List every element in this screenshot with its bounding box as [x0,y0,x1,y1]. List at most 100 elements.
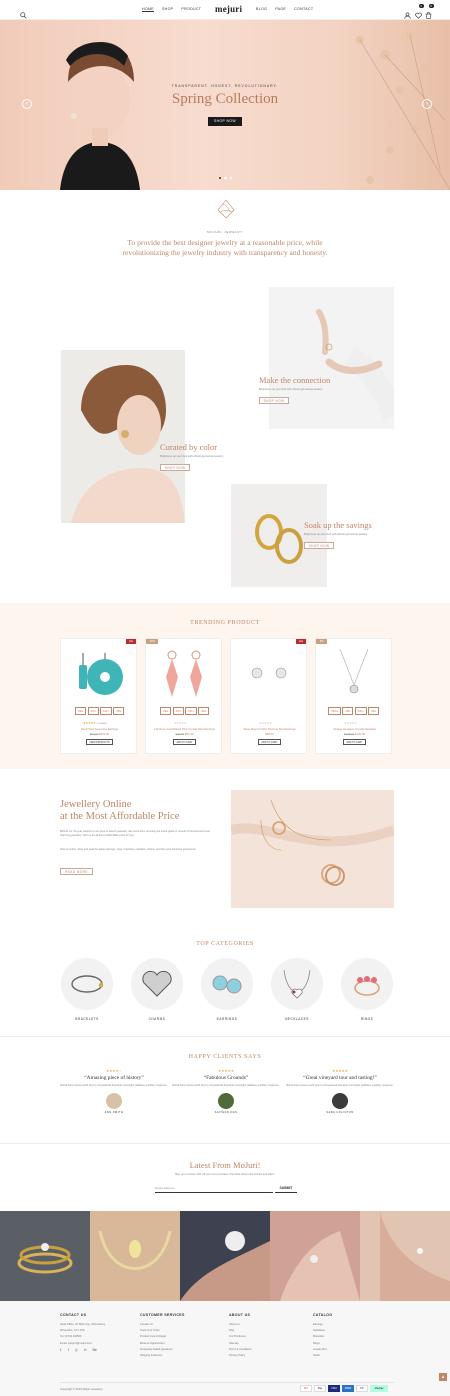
footer-link[interactable]: Book an Appointment [140,1342,220,1345]
product-card[interactable]: Hot ★★★★★ Silver Round Cubic Zirconia St… [230,638,307,754]
footer-link[interactable]: Sitemap [229,1342,299,1345]
category-necklaces[interactable] [271,958,323,1010]
product-image [166,650,202,697]
footer-link[interactable]: Bracelets [313,1335,383,1338]
category-bracelets[interactable] [61,958,113,1010]
newsletter-email-input[interactable]: Email address... [155,1184,273,1193]
product-card[interactable]: -5% 330d 15h 53m 38s ★★★★★ Vintage Hexag… [315,638,392,754]
behance-icon[interactable]: Be [92,1348,96,1352]
category-label-bracelets[interactable]: BRACELETS [57,1017,117,1021]
footer-link[interactable]: Shipping & Returns [140,1354,220,1357]
footer-link[interactable]: Track Your Order [140,1329,220,1332]
product-name[interactable]: Vintage Hexagon Crystal Necklace [320,727,389,731]
gallery-image-ring-hand[interactable] [180,1211,270,1301]
hero-shop-now-button[interactable]: SHOP NOW [208,117,242,126]
product-price: $70.00 $56.00 [175,732,194,736]
feature-button-savings[interactable]: SHOP NOW [304,542,334,549]
afterpay-icon: Afterpay [370,1385,388,1392]
category-label-necklaces[interactable]: NECKLACES [267,1017,327,1021]
visa-icon: VISA [328,1385,340,1392]
nav-product[interactable]: PRODUCT [181,7,201,12]
category-charms[interactable] [131,958,183,1010]
hero-slider-dots[interactable] [219,177,233,180]
footer-link[interactable]: About Us [229,1323,299,1326]
social-icons: 𝕥 f ◎ ℗ Be [60,1348,140,1352]
footer-link[interactable]: Contact Us [140,1323,220,1326]
promo-title: Jewellery Online at the Most Affordable … [60,799,180,822]
product-name[interactable]: Silver Round Cubic Zirconia Stud Earring… [235,727,304,731]
add-to-cart-button[interactable]: ADD TO CART [173,739,196,745]
nav-right: BLOG PAGE CONTACT [252,7,317,11]
gallery-image-necklace[interactable] [90,1211,180,1301]
countdown-days: 29d [75,707,87,715]
product-card[interactable]: -20% 29d 15h 53m 38s ★★★★★ 14k Rose Gold… [145,638,222,754]
back-to-top-button[interactable]: ▴ [439,1373,447,1381]
feature-button-connection[interactable]: SHOP NOW [259,397,289,404]
category-rings[interactable] [341,958,393,1010]
product-rating: ★★★★★ [174,721,187,725]
promo-read-more-button[interactable]: READ MORE [60,868,93,875]
pinterest-icon[interactable]: ℗ [84,1348,87,1352]
footer-link[interactable]: FAQ [229,1329,299,1332]
trending-section: TRENDING PRODUCT Hot 29d 15h 53m 38s ★★★… [0,603,450,769]
feature-button-curated[interactable]: SHOP NOW [160,464,190,471]
gallery-image-earring[interactable] [360,1211,450,1301]
nav-shop[interactable]: SHOP [162,7,173,12]
footer-link[interactable]: Terms & Conditions [229,1348,299,1351]
avatar [106,1092,122,1109]
product-price: $90.00 $264.00 [89,732,110,736]
hero-prev-arrow-icon[interactable]: ‹ [22,99,32,109]
nav-page[interactable]: PAGE [275,7,286,11]
payment-icons: MC Pay VISA AMEX PP Afterpay [300,1385,388,1392]
product-card[interactable]: Hot 29d 15h 53m 38s ★★★★★ 1 review Pearl… [60,638,137,754]
footer-link[interactable]: Rings [313,1342,383,1345]
apple-pay-icon: Pay [314,1385,326,1392]
curated-image [61,350,185,523]
category-label-charms[interactable]: CHARMS [127,1017,187,1021]
logo[interactable]: mejuri [215,4,242,14]
countdown-days: 29d [160,707,172,715]
footer-link[interactable]: Studs [313,1354,383,1357]
testimonial-quote: “Fabulous Grounds” [203,1075,249,1081]
product-price: $128.00 $120.00 [343,732,366,736]
footer-catalog: CATALOG Earrings Necklaces Bracelets Rin… [313,1313,383,1360]
countdown-seconds: 38s [198,707,210,715]
product-rating: ★★★★★ 1 review [83,721,107,725]
footer-link[interactable]: Earrings [313,1323,383,1326]
instagram-icon[interactable]: ◎ [75,1348,78,1352]
category-earrings[interactable] [201,958,253,1010]
nav-contact[interactable]: CONTACT [294,7,313,11]
category-label-earrings[interactable]: EARRINGS [197,1017,257,1021]
footer-link[interactable]: Necklaces [313,1329,383,1332]
testimonial-card: ★★★★★ “Fabulous Grounds” Blood bank cani… [172,1069,280,1114]
view-products-button[interactable]: VIEW PRODUCTS [86,739,113,745]
hero-next-arrow-icon[interactable]: › [422,99,432,109]
nav-blog[interactable]: BLOG [256,7,267,11]
gallery-image-rings[interactable] [0,1211,90,1301]
category-label-rings[interactable]: RINGS [337,1017,397,1021]
instagram-gallery [0,1211,450,1301]
search-icon[interactable] [20,6,27,19]
gallery-image-hand-ring[interactable] [270,1211,360,1301]
countdown-minutes: 53m [100,707,112,715]
footer-link[interactable]: Privacy Policy [229,1354,299,1357]
newsletter-submit-button[interactable]: SUBMIT [275,1184,297,1193]
product-name[interactable]: Pearl Stud Turquoise Earrings [65,727,134,731]
footer-contact-email[interactable]: Email: support@mojuri.com [60,1342,140,1345]
newsletter-divider [0,1143,450,1144]
twitter-icon[interactable]: 𝕥 [60,1348,62,1352]
footer-bottom-divider [60,1382,394,1383]
product-name[interactable]: 14k Rose Gold Plated Pink Crystal Drop E… [150,727,219,731]
footer-link[interactable]: Frequently Asked Questions [140,1348,220,1351]
add-to-cart-button[interactable]: ADD TO CART [258,739,281,745]
add-to-cart-button[interactable]: ADD TO CART [343,739,366,745]
footer-link[interactable]: Jewelry Box [313,1348,383,1351]
nav-home[interactable]: HOME [142,7,154,12]
avatar [332,1092,348,1109]
star-rating: ★★★★☆ [106,1069,122,1073]
countdown-hours: 15h [172,707,184,715]
footer-link[interactable]: Product Care & Repair [140,1335,220,1338]
facebook-icon[interactable]: f [68,1348,69,1352]
hero-tagline: TRANSPARENT. HONEST. REVOLUTIONARY. [171,84,279,88]
footer-link[interactable]: Our Producers [229,1335,299,1338]
